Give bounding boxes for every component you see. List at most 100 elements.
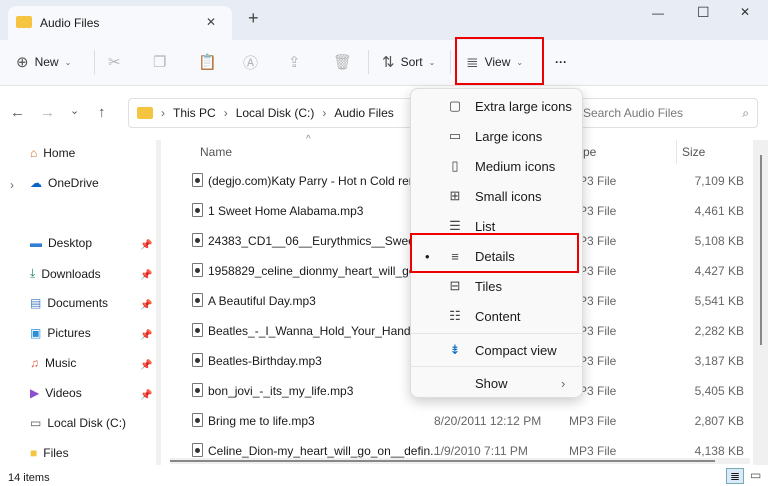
pin-icon[interactable]: 📌 bbox=[140, 270, 152, 281]
tab-close-button[interactable]: ✕ bbox=[206, 15, 216, 29]
search-icon: ⌕ bbox=[742, 105, 749, 120]
pin-icon[interactable]: 📌 bbox=[140, 300, 152, 311]
file-size: 5,405 KB bbox=[694, 384, 744, 398]
audio-file-icon bbox=[192, 173, 203, 187]
tiles-view-toggle[interactable]: ▭ bbox=[750, 468, 761, 482]
file-name: Beatles-Birthday.mp3 bbox=[208, 354, 322, 368]
view-menu-item[interactable]: ▢ Extra large icons bbox=[411, 91, 584, 121]
file-name: Beatles_-_I_Wanna_Hold_Your_Hand.mp bbox=[208, 324, 431, 338]
close-button[interactable]: ✕ bbox=[740, 5, 750, 19]
sidebar-label: Local Disk (C:) bbox=[47, 416, 127, 430]
search-placeholder: Search Audio Files bbox=[583, 106, 684, 120]
view-menu-item[interactable]: ▭ Large icons bbox=[411, 121, 584, 151]
pin-icon[interactable]: 📌 bbox=[140, 330, 152, 341]
highlight-box bbox=[410, 233, 579, 273]
new-tab-button[interactable]: + bbox=[248, 8, 259, 29]
divider bbox=[94, 50, 95, 74]
content-icon: ☷ bbox=[449, 308, 461, 323]
sidebar-label: Music bbox=[45, 356, 77, 370]
share-icon[interactable]: ⇪ bbox=[288, 52, 301, 72]
sidebar-item-local-disk[interactable]: ▭ Local Disk (C:) bbox=[30, 416, 170, 430]
new-button[interactable]: ⊕ New ⌄ bbox=[16, 52, 71, 72]
sidebar-label: Documents bbox=[47, 296, 109, 310]
file-row[interactable]: Bring me to life.mp3 8/20/2011 12:12 PM … bbox=[170, 406, 750, 436]
item-count: 14 items bbox=[8, 472, 50, 484]
pin-icon[interactable]: 📌 bbox=[140, 240, 152, 251]
view-menu-item[interactable]: ▯ Medium icons bbox=[411, 151, 584, 181]
chevron-down-icon: ⌄ bbox=[64, 57, 72, 67]
audio-file-icon bbox=[192, 383, 203, 397]
view-menu-item[interactable]: Show › bbox=[411, 368, 584, 398]
audio-file-icon bbox=[192, 353, 203, 367]
file-name: bon_jovi_-_its_my_life.mp3 bbox=[208, 384, 354, 398]
details-view-toggle[interactable]: ≣ bbox=[726, 468, 745, 484]
up-icon[interactable]: ↑ bbox=[98, 104, 106, 121]
file-type: MP3 File bbox=[569, 414, 617, 428]
medium-icons-icon: ▯ bbox=[451, 158, 459, 173]
sidebar-item-home[interactable]: ⌂ Home bbox=[30, 146, 170, 160]
drive-icon: ▭ bbox=[30, 416, 42, 430]
sort-ascending-icon: ^ bbox=[306, 134, 311, 145]
file-name: (degjo.com)Katy Parry - Hot n Cold rem bbox=[208, 174, 419, 188]
view-menu-item[interactable]: ⊟ Tiles bbox=[411, 271, 584, 301]
file-size: 4,427 KB bbox=[694, 264, 744, 278]
menu-item-label: Tiles bbox=[475, 278, 502, 294]
rename-icon[interactable]: Ⓐ bbox=[243, 52, 258, 72]
forward-icon[interactable]: → bbox=[40, 104, 55, 121]
highlight-box bbox=[455, 37, 544, 85]
file-name: Celine_Dion-my_heart_will_go_on__defin..… bbox=[208, 444, 436, 458]
file-name: 1 Sweet Home Alabama.mp3 bbox=[208, 204, 364, 218]
menu-item-label: Extra large icons bbox=[475, 98, 572, 114]
back-icon[interactable]: ← bbox=[10, 104, 25, 121]
sidebar-item-files[interactable]: ■ Files bbox=[30, 446, 170, 460]
menu-divider bbox=[411, 366, 582, 367]
download-icon: ⤓ bbox=[30, 266, 36, 280]
view-menu-item[interactable]: ⊞ Small icons bbox=[411, 181, 584, 211]
search-input[interactable]: Search Audio Files ⌕ bbox=[578, 98, 758, 128]
view-menu-item[interactable]: ⇟ Compact view bbox=[411, 335, 584, 365]
delete-icon[interactable]: 🗑 bbox=[333, 52, 352, 72]
sort-button[interactable]: ⇅ Sort ⌄ bbox=[382, 52, 435, 72]
tab-audio-files[interactable]: Audio Files ✕ bbox=[8, 6, 232, 40]
recent-icon[interactable]: ⌄ bbox=[70, 104, 79, 117]
breadcrumb-item[interactable]: Local Disk (C:) bbox=[236, 106, 315, 120]
chevron-right-icon: › bbox=[561, 375, 566, 391]
compact-view-icon: ⇟ bbox=[449, 342, 461, 357]
sidebar-label: Files bbox=[43, 446, 69, 460]
more-options-button[interactable]: ··· bbox=[555, 52, 567, 72]
new-label: New bbox=[34, 55, 59, 69]
menu-item-label: Medium icons bbox=[475, 158, 556, 174]
column-header-type[interactable]: pe bbox=[583, 145, 596, 159]
sidebar-label: Pictures bbox=[47, 326, 91, 340]
pin-icon[interactable]: 📌 bbox=[140, 390, 152, 401]
column-divider[interactable] bbox=[676, 140, 677, 164]
paste-icon[interactable]: 📋 bbox=[198, 52, 217, 72]
breadcrumb-item[interactable]: This PC bbox=[173, 106, 216, 120]
minimize-button[interactable]: — bbox=[652, 6, 664, 20]
breadcrumb-item[interactable]: Audio Files bbox=[334, 106, 393, 120]
file-date: 8/20/2011 12:12 PM bbox=[434, 414, 542, 428]
audio-file-icon bbox=[192, 443, 203, 457]
column-header-name[interactable]: Name bbox=[200, 145, 232, 159]
audio-file-icon bbox=[192, 323, 203, 337]
view-menu-item[interactable]: ☷ Content bbox=[411, 301, 584, 331]
horizontal-scrollbar[interactable] bbox=[170, 458, 750, 464]
menu-item-label: Small icons bbox=[475, 188, 542, 204]
file-size: 2,807 KB bbox=[694, 414, 744, 428]
chevron-right-icon[interactable]: › bbox=[10, 178, 14, 192]
music-icon: ♫ bbox=[30, 356, 39, 370]
menu-divider bbox=[411, 333, 582, 334]
column-header-size[interactable]: Size bbox=[682, 145, 705, 159]
cut-icon[interactable]: ✂ bbox=[108, 52, 121, 72]
file-size: 4,138 KB bbox=[694, 444, 744, 458]
audio-file-icon bbox=[192, 293, 203, 307]
sidebar-scrollbar[interactable] bbox=[156, 140, 161, 465]
sidebar-item-onedrive[interactable]: ☁ OneDrive bbox=[30, 176, 170, 190]
audio-file-icon bbox=[192, 203, 203, 217]
menu-item-label: List bbox=[475, 218, 496, 234]
file-size: 5,541 KB bbox=[694, 294, 744, 308]
maximize-button[interactable]: ☐ bbox=[697, 4, 710, 21]
pin-icon[interactable]: 📌 bbox=[140, 360, 152, 371]
vertical-scrollbar[interactable] bbox=[753, 140, 768, 465]
copy-icon[interactable]: ❐ bbox=[153, 52, 166, 72]
